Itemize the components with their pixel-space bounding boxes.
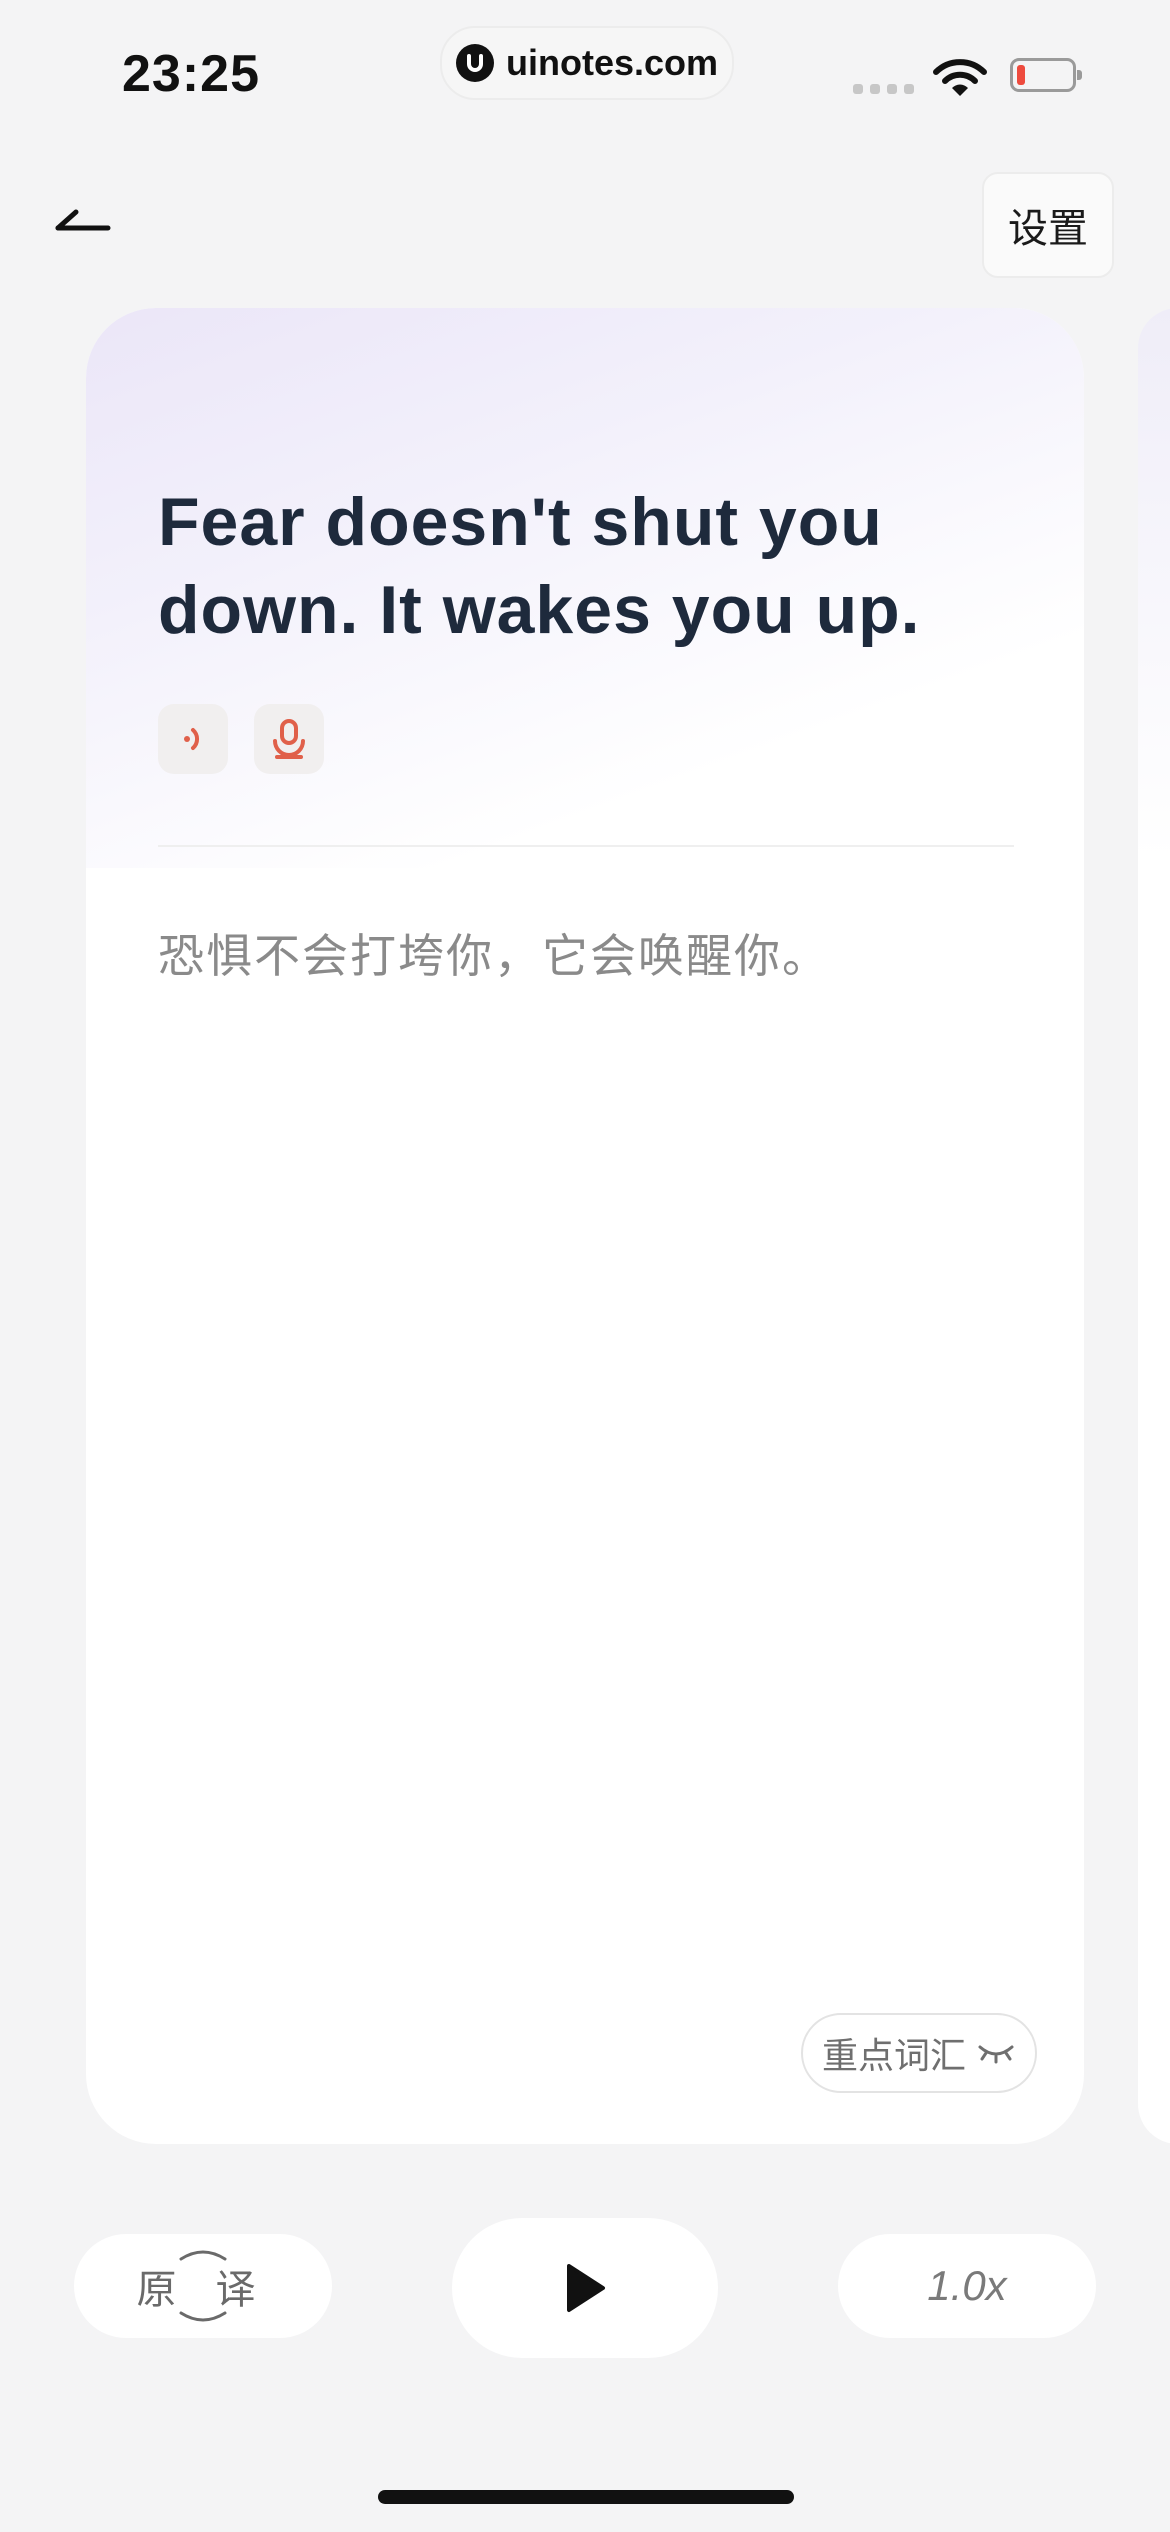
next-card-peek[interactable] [1138, 308, 1170, 2144]
play-icon [567, 2264, 605, 2312]
site-logo-icon [455, 44, 494, 82]
url-text: uinotes.com [505, 42, 719, 83]
url-pill[interactable]: uinotes.com [440, 26, 734, 100]
playback-speed-label: 1.0x [927, 2262, 1007, 2309]
home-indicator[interactable] [378, 2490, 794, 2504]
cellular-signal-icon [853, 84, 914, 94]
battery-level [1017, 65, 1025, 85]
speaker-icon [184, 728, 200, 750]
settings-button[interactable]: 设置 [982, 172, 1114, 278]
chinese-translation: 恐惧不会打垮你，它会唤醒你。 [158, 930, 830, 982]
toggle-arc-icon [179, 2250, 227, 2322]
key-vocabulary-button[interactable]: 重点词汇 [801, 2013, 1037, 2093]
back-arrow-icon [55, 209, 111, 231]
eye-closed-icon [978, 2045, 1014, 2064]
english-sentence: Fear doesn't shut you down. It wakes you… [158, 484, 921, 648]
wifi-icon [933, 59, 987, 96]
original-translation-toggle[interactable]: 原 译 [74, 2234, 332, 2338]
status-time: 23:25 [122, 45, 260, 103]
screen: 23:25 uinotes.com 设置 Fear doesn't shut y… [0, 0, 1170, 2532]
microphone-icon [273, 719, 305, 759]
back-button[interactable] [50, 196, 120, 246]
play-button[interactable] [452, 2218, 718, 2358]
divider [158, 845, 1014, 847]
record-voice-button[interactable] [254, 704, 324, 774]
sentence-card: Fear doesn't shut you down. It wakes you… [86, 308, 1084, 2144]
play-sentence-audio-button[interactable] [158, 704, 228, 774]
playback-speed-button[interactable]: 1.0x [838, 2234, 1096, 2338]
key-vocabulary-label: 重点词汇 [821, 2035, 966, 2076]
battery-icon [1010, 58, 1082, 92]
